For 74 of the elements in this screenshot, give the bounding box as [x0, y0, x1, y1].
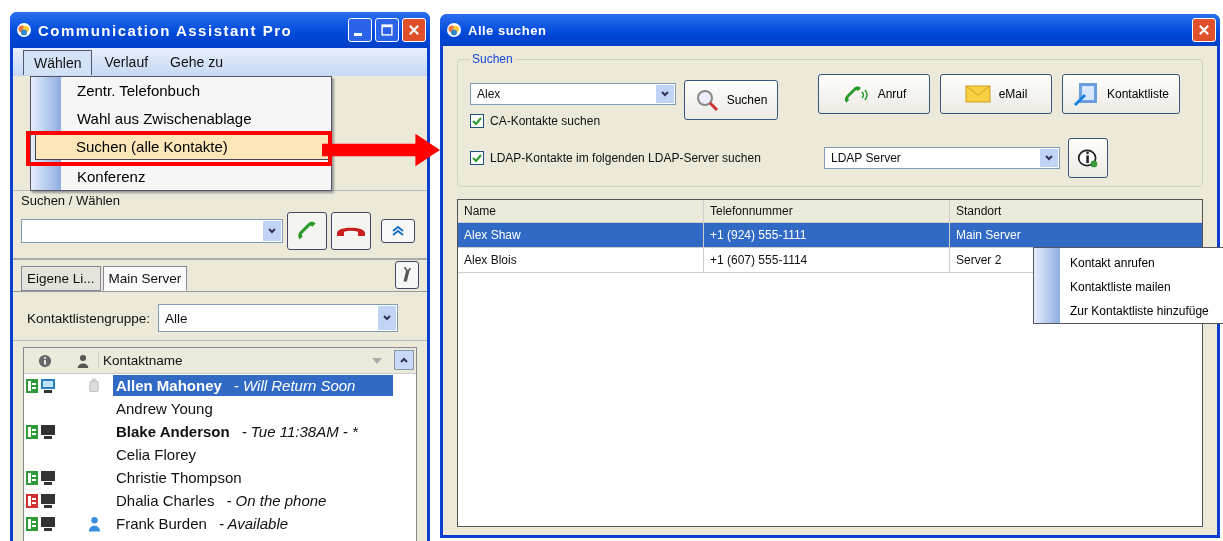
- menu-item[interactable]: Wählen: [23, 49, 93, 75]
- cup-icon: [88, 377, 101, 394]
- column-header[interactable]: Name: [458, 200, 704, 222]
- app-logo-icon: [16, 22, 32, 38]
- chevron-down-icon: [660, 89, 670, 99]
- menu-item[interactable]: Zur Kontaktliste hinzufüge: [1070, 299, 1209, 323]
- menu-item[interactable]: Kontaktliste mailen: [1070, 275, 1209, 299]
- close-button[interactable]: [1192, 18, 1216, 42]
- contact-item[interactable]: Blake Anderson - Tue 11:38AM - *: [113, 421, 393, 442]
- tab[interactable]: Eigene Li...: [21, 266, 101, 291]
- contact-item[interactable]: Andrew Young: [113, 398, 393, 419]
- menu-item[interactable]: Gehe zu: [160, 50, 233, 74]
- group-dropdown[interactable]: Alle: [158, 304, 399, 332]
- person-icon: [88, 515, 101, 532]
- sort-icon: [372, 357, 382, 364]
- server-info-button[interactable]: [1068, 138, 1108, 178]
- contacts-button[interactable]: Kontaktliste: [1062, 74, 1180, 114]
- contact-item[interactable]: Frank Burden - Available: [113, 513, 393, 534]
- maximize-button[interactable]: [375, 18, 399, 42]
- search-field[interactable]: Alex: [470, 83, 676, 105]
- tab[interactable]: Main Server: [102, 266, 188, 291]
- minimize-button[interactable]: [348, 18, 372, 42]
- info-icon: [38, 353, 52, 368]
- mail-button[interactable]: eMail: [940, 74, 1052, 114]
- chevron-down-icon: [267, 226, 277, 236]
- contact-item[interactable]: Allen Mahoney - Will Return Soon: [113, 375, 393, 396]
- minimize-icon: [354, 32, 362, 36]
- close-icon: [407, 23, 421, 37]
- window-title: Communication Assistant Pro: [38, 21, 294, 39]
- person-icon: [76, 352, 90, 369]
- dial-field[interactable]: [21, 219, 283, 243]
- close-button[interactable]: [402, 18, 426, 42]
- contact-item[interactable]: Celia Florey: [113, 444, 393, 465]
- search-icon: [694, 88, 719, 112]
- search-button[interactable]: Suchen: [684, 80, 778, 120]
- group-title: Suchen: [471, 52, 514, 66]
- window-title: Alle suchen: [468, 22, 548, 38]
- contact-item[interactable]: Christie Thompson: [113, 467, 393, 488]
- menu-item[interactable]: Konferenz: [61, 162, 331, 190]
- wrench-icon: [402, 264, 412, 283]
- computer-icon: [40, 424, 56, 439]
- app-logo-icon: [446, 22, 462, 38]
- field-label: Kontaktlistengruppe:: [27, 310, 151, 326]
- hang-up-button[interactable]: [331, 212, 371, 250]
- field-label: Suchen / Wählen: [21, 193, 121, 208]
- computer-icon: [40, 493, 56, 508]
- checkbox[interactable]: [470, 151, 484, 165]
- menu-item[interactable]: Wahl aus Zwischenablage: [61, 104, 331, 133]
- menu-item[interactable]: Verlauf: [94, 50, 159, 74]
- column-header[interactable]: Telefonnummer: [704, 200, 950, 222]
- chevron-down-icon: [1044, 153, 1054, 163]
- checkbox-option[interactable]: LDAP-Kontakte im folgenden LDAP-Server suchen: [470, 151, 824, 165]
- checkbox[interactable]: [470, 114, 484, 128]
- envelope-icon: [964, 85, 991, 103]
- chevron-up-icon: [399, 355, 409, 365]
- call-button[interactable]: Anruf: [818, 74, 930, 114]
- maximize-icon: [380, 23, 394, 37]
- column-header[interactable]: Standort: [950, 200, 1202, 222]
- computer-icon: [40, 516, 56, 531]
- table-row[interactable]: Alex Shaw +1 (924) 555-1111 Main Server: [458, 223, 1202, 248]
- settings-button[interactable]: [395, 261, 419, 289]
- expand-button[interactable]: [381, 219, 415, 243]
- double-chevron-up-icon: [390, 225, 406, 237]
- scroll-up-button[interactable]: [394, 350, 414, 370]
- hang-up-icon: [337, 226, 365, 236]
- contact-item[interactable]: Dhalia Charles - On the phone: [113, 490, 393, 511]
- close-icon: [1197, 23, 1211, 37]
- computer-icon: [40, 378, 56, 393]
- chevron-down-icon: [382, 313, 393, 323]
- contact-card-icon: [1072, 81, 1099, 107]
- server-dropdown[interactable]: LDAP Server: [824, 147, 1060, 169]
- computer-icon: [40, 470, 56, 485]
- menu-item[interactable]: Zentr. Telefonbuch: [61, 77, 331, 105]
- call-button[interactable]: [287, 212, 327, 250]
